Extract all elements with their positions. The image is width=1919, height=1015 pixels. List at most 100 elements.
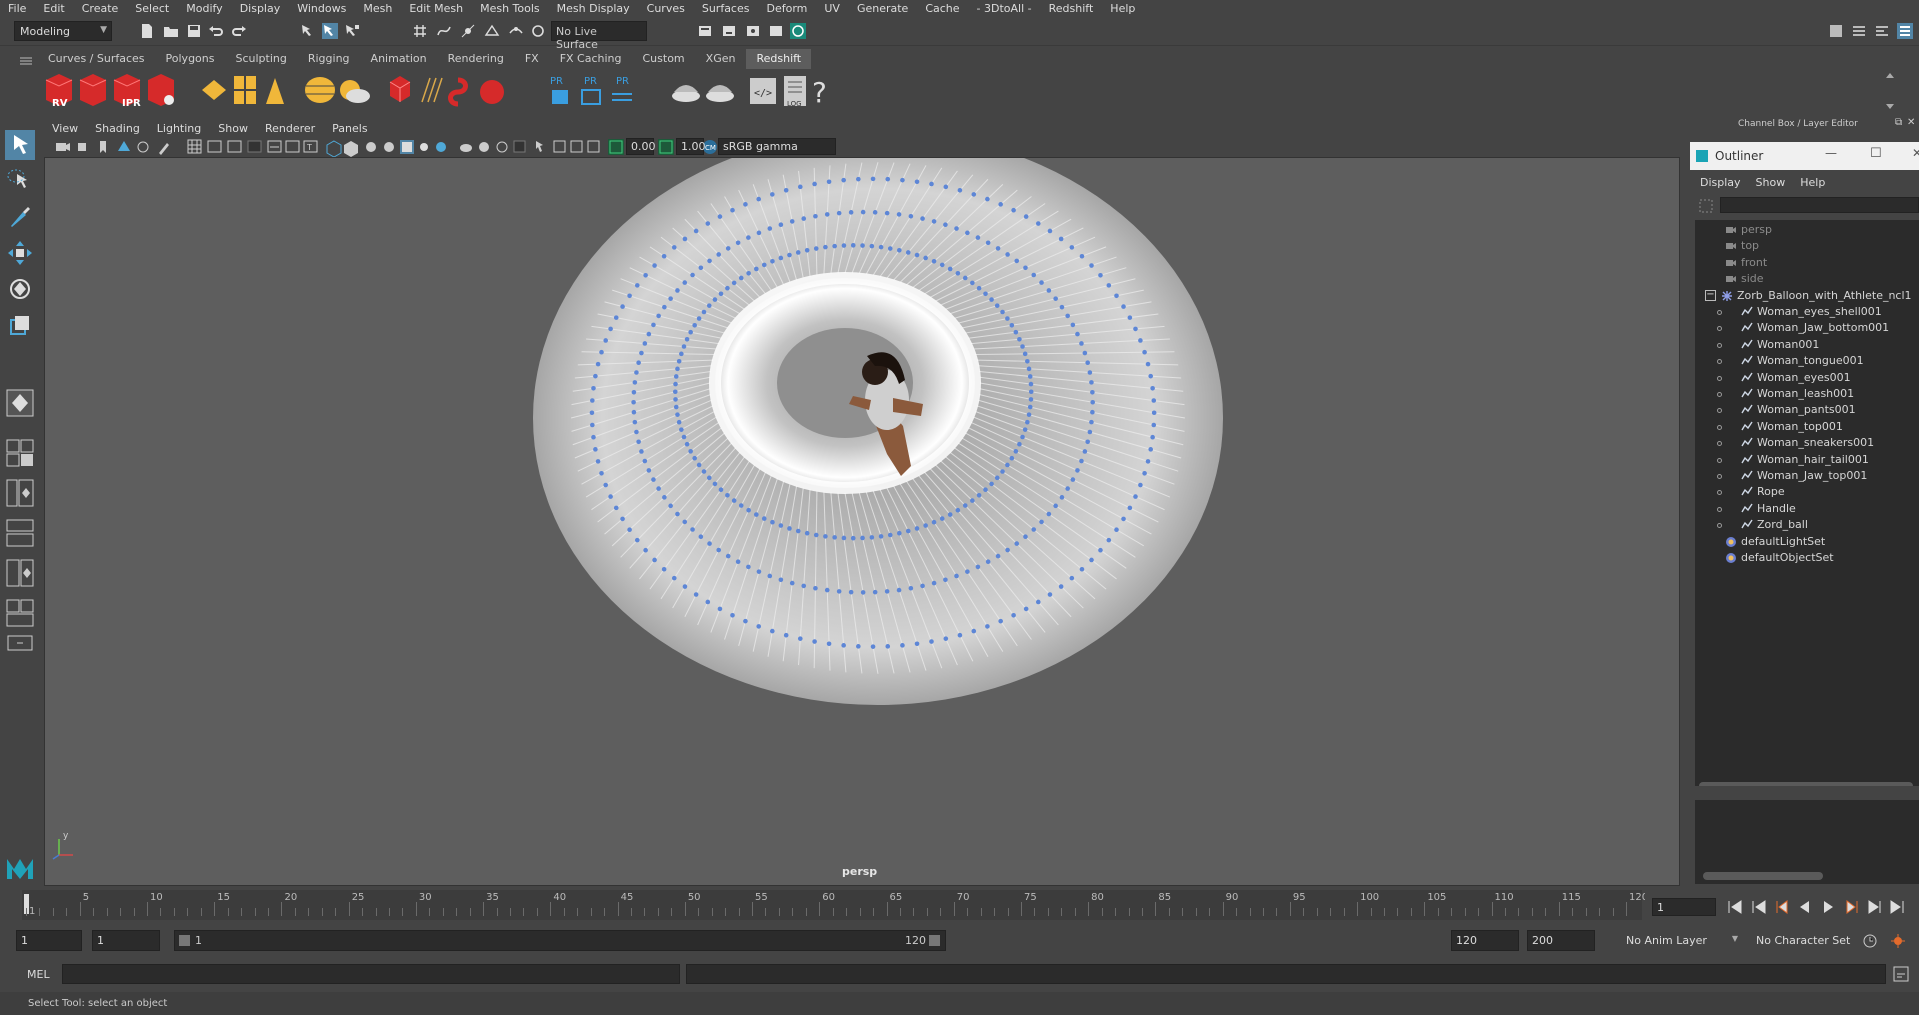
ipr-render-icon[interactable]	[745, 23, 761, 39]
render-view-icon[interactable]	[790, 23, 806, 39]
menu-mesh-display[interactable]: Mesh Display	[557, 2, 630, 15]
select-by-component-icon[interactable]	[344, 23, 360, 39]
select-by-hierarchy-icon[interactable]	[300, 23, 316, 39]
colorspace-dropdown[interactable]: sRGB gamma	[718, 138, 836, 155]
field-chart-icon[interactable]	[267, 140, 282, 153]
visibility-dot-icon[interactable]	[1717, 474, 1722, 479]
range-start-handle[interactable]	[179, 935, 190, 946]
visibility-dot-icon[interactable]	[1717, 441, 1722, 447]
rs-script-icon[interactable]: </>	[750, 78, 776, 104]
outliner-menu-help[interactable]: Help	[1800, 176, 1825, 189]
shelf-menu-icon[interactable]	[20, 56, 32, 66]
paint-select-tool-icon[interactable]	[5, 202, 35, 232]
snap-to-surface-icon[interactable]	[508, 23, 524, 39]
menu-redshift[interactable]: Redshift	[1049, 2, 1094, 15]
visibility-dot-icon[interactable]	[1717, 523, 1722, 529]
rs-batch-render-icon[interactable]	[79, 74, 107, 106]
snap-to-pivot-icon[interactable]	[530, 23, 546, 39]
step-back-frame-icon[interactable]	[1776, 900, 1788, 914]
visibility-dot-icon[interactable]	[1717, 392, 1722, 397]
select-tool-icon[interactable]	[5, 130, 35, 160]
use-default-material-icon[interactable]	[366, 142, 376, 152]
playback-start-field[interactable]: 1	[92, 930, 160, 951]
go-to-end-icon[interactable]	[1890, 900, 1904, 914]
collapse-icon[interactable]: −	[1705, 289, 1716, 301]
visibility-dot-icon[interactable]	[1717, 457, 1722, 463]
panel-collapse-icon[interactable]	[5, 628, 35, 658]
exposure-icon[interactable]	[608, 139, 624, 155]
menu-mesh[interactable]: Mesh	[363, 2, 392, 15]
script-editor-icon[interactable]	[1893, 966, 1909, 982]
render-settings-icon[interactable]	[697, 23, 713, 39]
current-frame-field[interactable]: 1	[1652, 898, 1716, 916]
rs-pr-3-icon[interactable]	[612, 93, 632, 101]
rs-grid-light-icon[interactable]	[234, 76, 256, 104]
menu-deform[interactable]: Deform	[766, 2, 807, 15]
menu-display[interactable]: Display	[240, 2, 281, 15]
maximize-icon[interactable]: ☐	[1870, 146, 1882, 161]
depth-of-field-icon[interactable]	[513, 140, 526, 153]
bookmark-icon[interactable]	[100, 141, 106, 153]
menu-mesh-tools[interactable]: Mesh Tools	[480, 2, 540, 15]
play-backward-icon[interactable]	[1800, 901, 1809, 913]
range-end-handle[interactable]	[929, 935, 940, 946]
animation-end-field[interactable]: 200	[1527, 930, 1595, 951]
anim-layer-dropdown[interactable]: No Anim Layer ▼	[1622, 930, 1740, 951]
menu-select[interactable]: Select	[135, 2, 169, 15]
persp-outliner-layout-icon[interactable]	[5, 478, 35, 508]
smooth-shade-icon[interactable]	[344, 141, 358, 157]
camera-attributes-icon[interactable]	[78, 143, 86, 151]
perspective-viewport[interactable]: y persp	[44, 157, 1680, 886]
auto-key-icon[interactable]	[1862, 933, 1878, 949]
shelf-tab-animation[interactable]: Animation	[360, 49, 437, 69]
wireframe-on-shaded-icon[interactable]	[384, 142, 394, 152]
lower-hscrollbar[interactable]	[1703, 872, 1823, 880]
outliner-item[interactable]: defaultObjectSet	[1695, 548, 1919, 568]
rs-material-2-icon[interactable]	[706, 85, 734, 102]
step-forward-key-icon[interactable]	[1868, 900, 1881, 914]
scale-tool-icon[interactable]	[5, 310, 35, 340]
move-tool-icon[interactable]	[5, 238, 35, 268]
shelf-tab-custom[interactable]: Custom	[632, 49, 695, 69]
menu-surfaces[interactable]: Surfaces	[702, 2, 750, 15]
shelf-tab-fx-caching[interactable]: FX Caching	[549, 49, 632, 69]
snap-to-grid-icon[interactable]	[412, 23, 428, 39]
window-close-icon[interactable]: ✕	[1912, 146, 1919, 160]
open-scene-icon[interactable]	[163, 23, 179, 39]
gamma-icon[interactable]	[658, 139, 674, 155]
visibility-dot-icon[interactable]	[1717, 506, 1722, 512]
snap-to-view-plane-icon[interactable]	[484, 23, 500, 39]
xray-active-icon[interactable]	[570, 140, 583, 153]
visibility-dot-icon[interactable]	[1717, 424, 1722, 430]
rs-curve-icon[interactable]	[448, 77, 468, 107]
save-scene-icon[interactable]	[186, 23, 202, 39]
menu-set-selector[interactable]: Modeling ▼	[14, 21, 112, 41]
uv-editor-layout-icon[interactable]	[5, 598, 35, 628]
rs-render-settings-icon[interactable]	[148, 74, 174, 106]
outliner-hscrollbar[interactable]	[1699, 782, 1913, 786]
shelf-tab-sculpting[interactable]: Sculpting	[225, 49, 297, 69]
2d-pan-zoom-icon[interactable]	[137, 141, 149, 153]
menu-file[interactable]: File	[8, 2, 26, 15]
filter-icon[interactable]	[1699, 199, 1713, 213]
exposure-field[interactable]: 0.00	[626, 138, 656, 155]
modeling-toolkit-icon[interactable]	[1828, 23, 1844, 39]
shelf-scroll-up-icon[interactable]	[1886, 73, 1894, 78]
command-language-toggle[interactable]: MEL	[27, 968, 50, 981]
multisample-aa-icon[interactable]	[496, 141, 508, 153]
rs-sun-sky-icon[interactable]	[340, 80, 370, 103]
rs-proxy-icon[interactable]	[389, 76, 411, 102]
persp-graph-layout-icon[interactable]	[5, 518, 35, 548]
screen-space-ao-icon[interactable]	[460, 144, 472, 152]
hypershade-layout-icon[interactable]	[5, 558, 35, 588]
xray-joints-icon[interactable]	[587, 140, 600, 153]
go-to-start-icon[interactable]	[1728, 900, 1742, 914]
safe-title-icon[interactable]: T	[303, 140, 318, 153]
visibility-dot-icon[interactable]	[1717, 359, 1722, 365]
outliner-menu-display[interactable]: Display	[1700, 176, 1741, 189]
four-view-layout-icon[interactable]	[5, 438, 35, 468]
menu-generate[interactable]: Generate	[857, 2, 908, 15]
shelf-tab-polygons[interactable]: Polygons	[155, 49, 225, 69]
float-icon[interactable]: ⧉	[1895, 117, 1902, 128]
step-back-key-icon[interactable]	[1752, 900, 1766, 914]
